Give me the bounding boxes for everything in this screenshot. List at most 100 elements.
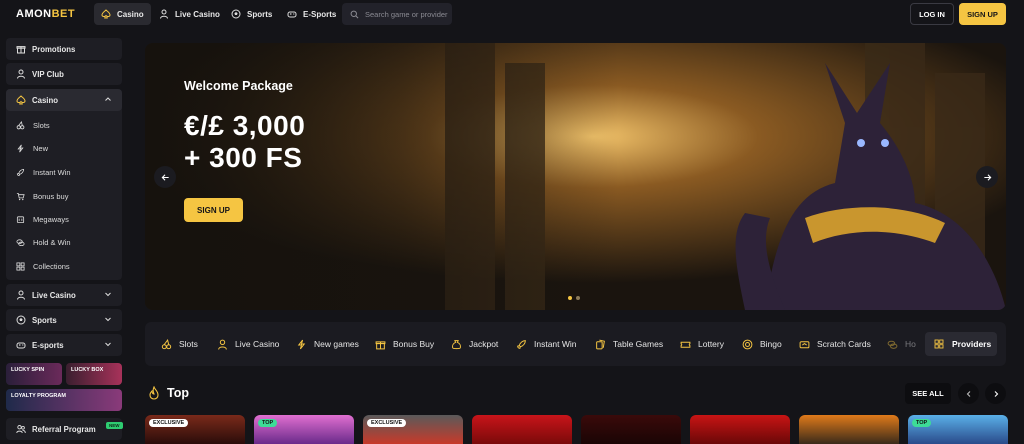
lightning-icon [297,339,306,349]
sidebar-sub-instant-win[interactable]: Instant Win [16,162,71,182]
banner-amount: €/£ 3,000 + 300 FS [184,110,305,174]
banner-amount-line2: + 300 FS [184,142,303,173]
sidebar-item-vip[interactable]: VIP Club [6,63,122,85]
nav-esports-label: E-Sports [303,9,337,19]
banner-next-button[interactable] [976,166,998,188]
category-table-games[interactable]: Table Games [595,322,663,366]
banner-signup-button[interactable]: SIGN UP [184,198,243,222]
category-live-casino[interactable]: Live Casino [217,322,279,366]
cards-icon [596,339,605,349]
category-label: New games [314,339,359,349]
rocket-icon [16,168,25,176]
game-card[interactable] [799,415,899,444]
bingo-ball-icon [742,339,753,349]
category-label: Bonus Buy [393,339,435,349]
search-placeholder: Search game or provider [365,9,448,19]
spade-icon [16,95,26,105]
category-instant-win[interactable]: Instant Win [516,322,577,366]
sidebar-sub-label: Megaways [33,214,69,224]
game-card[interactable] [472,415,572,444]
game-card[interactable]: EXCLUSIVE [145,415,245,444]
sidebar-sub-bonus-buy[interactable]: Bonus buy [16,186,68,206]
soccer-ball-icon [16,315,26,325]
sidebar-item-casino[interactable]: Casino [6,89,122,111]
category-scratch-cards[interactable]: Scratch Cards [799,322,871,366]
banner-prev-button[interactable] [154,166,176,188]
sidebar-item-label: VIP Club [32,69,64,79]
section-prev-button[interactable] [958,383,979,404]
money-bag-icon [452,339,461,349]
lightning-icon [17,144,24,152]
see-all-button[interactable]: SEE ALL [905,383,951,404]
sidebar-item-esports[interactable]: E-sports [6,334,122,356]
chevron-up-icon [105,97,111,101]
sidebar-sub-collections[interactable]: Collections [16,256,70,276]
category-slots[interactable]: Slots [161,322,198,366]
sidebar-item-label: Casino [32,95,58,105]
section-next-button[interactable] [985,383,1006,404]
signup-button[interactable]: SIGN UP [959,3,1006,25]
carousel-dot[interactable] [568,296,572,300]
sidebar-sub-label: Instant Win [33,167,71,177]
carousel-dots [568,296,580,300]
category-lottery[interactable]: Lottery [680,322,724,366]
arrow-left-icon [161,173,169,181]
category-hold-win[interactable]: Ho [887,322,916,366]
search-icon [350,10,359,18]
game-card[interactable]: EXCLUSIVE [363,415,463,444]
game-card[interactable]: TOP [908,415,1008,444]
nav-sports[interactable]: Sports [224,3,279,25]
dealer-icon [17,290,25,300]
lucky-spin-tile[interactable]: LUCKY SPIN [6,363,62,385]
sidebar-sub-megaways[interactable]: Megaways [16,209,69,229]
category-label: Live Casino [235,339,280,349]
sidebar-item-live-casino[interactable]: Live Casino [6,284,122,306]
slot-machine-icon [16,215,25,223]
category-bonus-buy[interactable]: Bonus Buy [375,322,434,366]
cherries-icon [16,120,25,129]
loyalty-program-tile[interactable]: LOYALTY PROGRAM [6,389,122,411]
soccer-ball-icon [231,9,241,19]
sidebar-sub-label: Collections [33,261,70,271]
game-card[interactable] [581,415,681,444]
nav-live-casino[interactable]: Live Casino [152,3,227,25]
game-card[interactable]: TOP [254,415,354,444]
sidebar-sub-label: Hold & Win [33,237,71,247]
gift-icon [16,46,26,54]
sidebar-sub-label: New [33,143,49,153]
sidebar-sub-new[interactable]: New [16,138,48,158]
sidebar-item-label: Sports [32,315,57,325]
category-label: Ho [905,339,916,349]
cherries-icon [161,338,172,349]
lucky-spin-label: LUCKY SPIN [11,367,45,373]
nav-casino[interactable]: Casino [94,3,151,25]
nav-esports[interactable]: E-Sports [280,3,343,25]
login-button[interactable]: LOG IN [910,3,954,25]
sidebar-sub-label: Bonus buy [33,191,69,201]
category-label: Bingo [760,339,782,349]
chevron-right-icon [994,390,998,397]
search-input[interactable]: Search game or provider [342,3,452,25]
sidebar-item-referral[interactable]: Referral Program NEW [6,418,123,440]
lucky-box-tile[interactable]: LUCKY BOX [66,363,122,385]
sidebar-item-label: Promotions [32,44,76,54]
gamepad-icon [287,11,297,18]
game-card[interactable] [690,415,790,444]
sidebar-sub-slots[interactable]: Slots [16,115,50,135]
logo[interactable]: AMONBET [16,8,75,20]
section-title-top: Top [167,386,189,400]
category-new-games[interactable]: New games [296,322,359,366]
carousel-dot[interactable] [576,296,580,300]
sidebar-sub-hold-win[interactable]: Hold & Win [16,232,71,252]
category-bingo[interactable]: Bingo [742,322,782,366]
gamepad-icon [16,342,26,349]
sidebar-item-sports[interactable]: Sports [6,309,122,331]
chevron-down-icon [105,342,111,347]
scratch-card-icon [799,340,810,348]
grid-icon [934,339,944,349]
coins-icon [887,340,898,349]
sidebar-item-promotions[interactable]: Promotions [6,38,122,60]
new-badge: NEW [106,422,123,429]
category-jackpot[interactable]: Jackpot [451,322,498,366]
providers-button[interactable]: Providers [925,332,997,356]
